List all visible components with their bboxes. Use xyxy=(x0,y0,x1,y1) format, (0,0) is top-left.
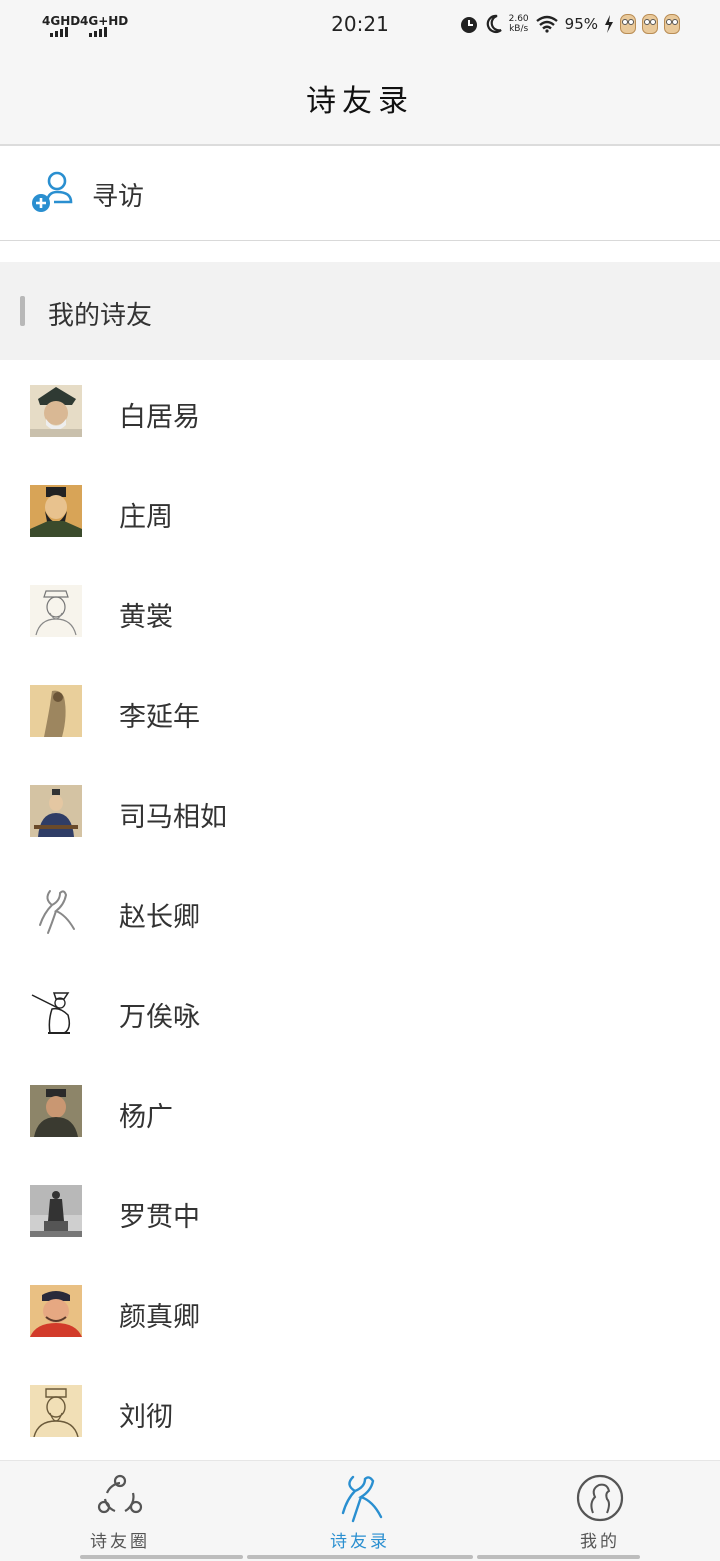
friend-name: 万俟咏 xyxy=(119,1002,200,1033)
section-accent-bar xyxy=(20,296,25,326)
tab-label: 诗友录 xyxy=(330,1532,390,1552)
friend-row[interactable]: 杨广 xyxy=(0,1062,720,1162)
owl-icon xyxy=(620,14,636,34)
status-icons: 2.60 kB/s 95% xyxy=(459,14,680,34)
net-rate: 2.60 kB/s xyxy=(508,14,529,34)
sketch-portrait-avatar xyxy=(30,1385,82,1437)
sketch-portrait-avatar xyxy=(30,585,82,637)
visit-button[interactable]: 寻访 xyxy=(0,146,720,241)
statue-avatar xyxy=(30,1185,82,1237)
friend-name: 白居易 xyxy=(119,402,200,433)
portrait-avatar xyxy=(30,1085,82,1137)
friend-row[interactable]: 颜真卿 xyxy=(0,1262,720,1362)
add-user-icon xyxy=(32,171,73,212)
friend-row[interactable]: 万俟咏 xyxy=(0,962,720,1062)
title-bar: 诗友录 xyxy=(0,56,720,146)
status-bar: 4GHD 4G+HD 20:21 2.60 kB/s 95% xyxy=(0,0,720,56)
friend-name: 颜真卿 xyxy=(119,1302,200,1333)
friend-name: 李延年 xyxy=(119,702,200,733)
moon-icon xyxy=(486,14,502,33)
friend-name: 庄周 xyxy=(119,502,173,533)
portrait-avatar xyxy=(30,385,82,437)
section-title: 我的诗友 xyxy=(48,301,153,331)
tab-poet-list[interactable]: 诗友录 xyxy=(240,1461,480,1561)
tab-label: 诗友圈 xyxy=(90,1532,150,1552)
friend-row[interactable]: 司马相如 xyxy=(0,762,720,862)
tab-poet-circle[interactable]: 诗友圈 xyxy=(0,1461,240,1561)
gesture-bar-segment xyxy=(477,1555,640,1559)
friend-row[interactable]: 刘彻 xyxy=(0,1362,720,1462)
tab-label: 我的 xyxy=(580,1532,620,1552)
friend-name: 司马相如 xyxy=(119,802,227,833)
friend-row[interactable]: 庄周 xyxy=(0,462,720,562)
friend-list: 白居易 庄周 黄裳 李延年 司马相如 赵长卿 万俟咏 杨广 罗贯中 颜真卿 刘彻 xyxy=(0,362,720,1462)
page-title: 诗友录 xyxy=(306,84,414,119)
battery-level: 95% xyxy=(564,15,598,33)
friend-row[interactable]: 罗贯中 xyxy=(0,1162,720,1262)
visit-label: 寻访 xyxy=(92,182,145,212)
friend-row[interactable]: 李延年 xyxy=(0,662,720,762)
owl-icon xyxy=(664,14,680,34)
friend-name: 罗贯中 xyxy=(119,1202,200,1233)
default-figure-avatar xyxy=(30,885,82,937)
friend-name: 黄裳 xyxy=(119,602,173,633)
gesture-bar-segment xyxy=(247,1555,473,1559)
profile-circle-icon xyxy=(576,1474,624,1522)
friend-name: 刘彻 xyxy=(119,1402,173,1433)
ink-figure-avatar xyxy=(30,985,82,1037)
gesture-bar-segment xyxy=(80,1555,243,1559)
portrait-avatar xyxy=(30,1285,82,1337)
tab-mine[interactable]: 我的 xyxy=(480,1461,720,1561)
poet-figure-icon xyxy=(341,1475,383,1523)
friend-row[interactable]: 黄裳 xyxy=(0,562,720,662)
section-header: 我的诗友 xyxy=(0,262,720,360)
portrait-avatar xyxy=(30,485,82,537)
bottom-nav: 诗友圈 诗友录 我的 xyxy=(0,1460,720,1561)
friend-name: 杨广 xyxy=(119,1102,173,1133)
portrait-avatar xyxy=(30,785,82,837)
owl-icon xyxy=(642,14,658,34)
friend-row[interactable]: 赵长卿 xyxy=(0,862,720,962)
alarm-icon xyxy=(460,17,477,33)
friend-name: 赵长卿 xyxy=(119,902,200,933)
charging-icon xyxy=(605,15,613,33)
wifi-icon xyxy=(535,15,558,33)
share-circle-icon xyxy=(97,1474,143,1514)
friend-row[interactable]: 白居易 xyxy=(0,362,720,462)
portrait-avatar xyxy=(30,685,82,737)
